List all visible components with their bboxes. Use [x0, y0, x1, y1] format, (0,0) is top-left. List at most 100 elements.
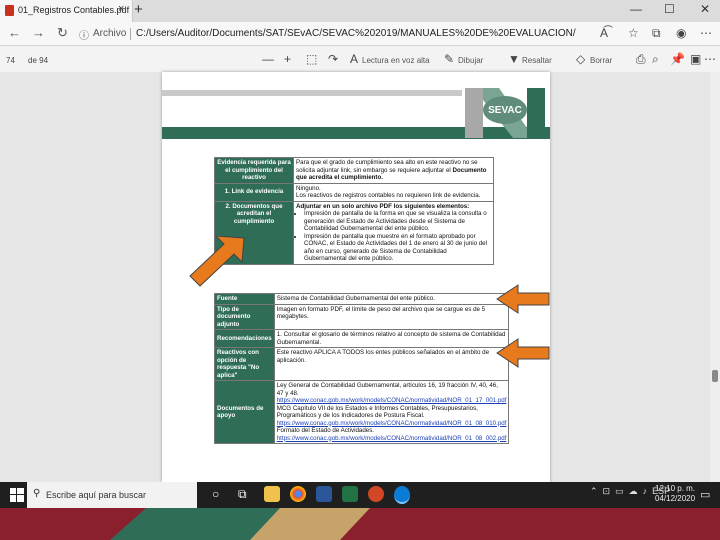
apoyo-link[interactable]: https://www.conac.gob.mx/work/models/CON…	[277, 420, 507, 427]
evidence-cell: Para que el grado de cumplimiento sea al…	[293, 157, 494, 184]
highlight-label[interactable]: Resaltar	[522, 56, 552, 65]
more-icon[interactable]: ⋯	[700, 26, 712, 40]
tab-close-button[interactable]: ×	[118, 3, 124, 15]
save-icon[interactable]: ▣	[690, 52, 701, 66]
search-icon: ⚲	[33, 488, 41, 499]
table-row: Reactivos con opción de respuesta "No ap…	[214, 347, 510, 381]
documents-cell: Adjuntar en un solo archivo PDF los sigu…	[293, 200, 494, 265]
list-item: Impresión de pantalla que muestre en el …	[304, 233, 491, 263]
print-icon[interactable]: ⎙	[636, 52, 646, 67]
link-evidence-note: Los reactivos de registros contables no …	[296, 192, 481, 199]
link-evidence-none: Ninguno.	[296, 184, 321, 192]
table-row: 2. Documentos que acreditan el cumplimie…	[214, 200, 494, 265]
apoyo-text: Ley General de Contabilidad Gubernamenta…	[276, 382, 498, 397]
excel-icon[interactable]	[342, 486, 358, 502]
address-scheme-label: Archivo	[93, 28, 127, 39]
apoyo-label: Documentos de apoyo	[214, 380, 275, 444]
tab-pdf[interactable]: 01_Registros Contables.pdf ×	[0, 0, 133, 22]
reactivos-text: Este reactivo APLICA A TODOS los entes p…	[273, 347, 510, 381]
recomendaciones-text: 1. Consultar el glosario de términos rel…	[273, 329, 510, 348]
taskbar-search-placeholder[interactable]: Escribe aquí para buscar	[46, 490, 146, 500]
read-aloud-label[interactable]: Lectura en voz alta	[362, 56, 430, 65]
read-aloud-icon[interactable]: A͡	[600, 26, 608, 40]
profile-icon[interactable]: ◉	[676, 26, 686, 40]
apoyo-cell: Ley General de Contabilidad Gubernamenta…	[273, 380, 510, 444]
arrow-left-icon	[496, 284, 550, 314]
reactivos-label: Reactivos con opción de respuesta "No ap…	[214, 347, 275, 381]
table-row: Documentos de apoyo Ley General de Conta…	[214, 380, 510, 444]
back-button[interactable]: ←	[8, 25, 21, 40]
new-tab-button[interactable]: +	[134, 1, 143, 18]
table-row: Recomendaciones 1. Consultar el glosario…	[214, 329, 510, 348]
favorites-icon[interactable]: ☆	[628, 26, 639, 40]
page-number-input[interactable]: 74	[6, 56, 15, 65]
arrow-left-icon	[496, 338, 550, 368]
page-total: de 94	[28, 56, 49, 65]
scrollbar-thumb[interactable]	[712, 370, 718, 382]
close-window-button[interactable]: ✕	[700, 2, 710, 16]
list-item: Impresión de pantalla de la forma en que…	[304, 210, 491, 233]
zoom-out-button[interactable]: —	[262, 52, 274, 66]
draw-icon[interactable]: ✎	[444, 52, 454, 66]
source-table: Fuente Sistema de Contabilidad Gubername…	[214, 293, 510, 444]
cortana-icon[interactable]: ○	[212, 487, 219, 501]
tipo-text: Imagen en formato PDF, el límite de peso…	[273, 303, 510, 330]
read-aloud-pdf-icon[interactable]: A	[350, 52, 358, 66]
header-gray-band	[162, 90, 462, 96]
recomendaciones-label: Recomendaciones	[214, 329, 275, 348]
evidence-text: Para que el grado de cumplimiento sea al…	[296, 159, 478, 174]
powerpoint-icon[interactable]	[368, 486, 384, 502]
apoyo-text: Formato del Estado de Actividades.	[276, 427, 375, 434]
erase-label[interactable]: Borrar	[590, 56, 612, 65]
evidence-table: Evidencia requerida para el cumplimiento…	[214, 157, 494, 265]
fuente-text: Sistema de Contabilidad Gubernamental de…	[273, 293, 510, 305]
pin-icon[interactable]: 📌	[670, 52, 685, 66]
maximize-button[interactable]: ☐	[664, 2, 675, 16]
draw-label[interactable]: Dibujar	[458, 56, 483, 65]
apoyo-text: MCG Capítulo VII de los Estados e Inform…	[276, 404, 478, 420]
collections-icon[interactable]: ⧉	[652, 26, 661, 41]
rotate-icon[interactable]: ↷	[328, 52, 338, 66]
file-explorer-icon[interactable]	[264, 486, 280, 502]
sevac-logo: SEVAC	[465, 88, 545, 138]
taskbar-clock[interactable]: 12:10 p. m. 04/12/2020	[655, 484, 695, 504]
refresh-button[interactable]: ↻	[57, 25, 68, 41]
pdf-more-icon[interactable]: ⋯	[704, 52, 716, 66]
word-icon[interactable]	[316, 486, 332, 502]
edge-icon[interactable]	[394, 486, 410, 504]
address-separator	[130, 28, 131, 40]
highlight-icon[interactable]: ▼	[508, 52, 520, 66]
task-view-icon[interactable]: ⧉	[238, 487, 247, 502]
fit-page-icon[interactable]: ⬚	[306, 52, 317, 66]
arrow-up-right-icon	[189, 236, 245, 287]
notifications-icon[interactable]: ▭	[700, 488, 710, 501]
apoyo-link[interactable]: https://www.conac.gob.mx/work/models/CON…	[277, 435, 507, 442]
clock-date: 04/12/2020	[655, 494, 696, 503]
link-evidence-cell: Ninguno. Los reactivos de registros conta…	[293, 182, 494, 202]
chrome-icon[interactable]	[290, 486, 306, 502]
windows-start-icon[interactable]	[10, 488, 24, 502]
table-row: Fuente Sistema de Contabilidad Gubername…	[214, 293, 510, 305]
link-evidence-label: 1. Link de evidencia	[214, 182, 294, 202]
documents-title: Adjuntar en un solo archivo PDF los sigu…	[296, 202, 470, 210]
url-field[interactable]: C:/Users/Auditor/Documents/SAT/SEvAC/SEV…	[136, 28, 576, 39]
documents-list: Impresión de pantalla de la forma en que…	[296, 210, 491, 263]
info-icon[interactable]: ⓘ	[79, 27, 89, 42]
tab-title: 01_Registros Contables.pdf	[18, 5, 130, 15]
minimize-button[interactable]: —	[630, 2, 642, 16]
svg-text:SEVAC: SEVAC	[488, 105, 522, 116]
pdf-icon	[5, 5, 14, 16]
clock-time: 12:10 p. m.	[655, 484, 696, 493]
tipo-label: Tipo de documento adjunto	[214, 303, 275, 330]
table-row: Tipo de documento adjunto Imagen en form…	[214, 303, 510, 330]
erase-icon[interactable]: ◇	[576, 52, 585, 66]
table-row: 1. Link de evidencia Ninguno. Los reactiv…	[214, 182, 494, 202]
apoyo-link[interactable]: https://www.conac.gob.mx/work/models/CON…	[277, 397, 507, 404]
vertical-scrollbar[interactable]	[710, 72, 720, 482]
table-row: Evidencia requerida para el cumplimiento…	[214, 157, 494, 184]
evidence-label: Evidencia requerida para el cumplimiento…	[214, 157, 294, 184]
forward-button[interactable]: →	[32, 25, 45, 40]
fuente-label: Fuente	[214, 293, 275, 305]
search-icon[interactable]: ⌕	[652, 52, 659, 67]
zoom-in-button[interactable]: +	[284, 52, 291, 66]
